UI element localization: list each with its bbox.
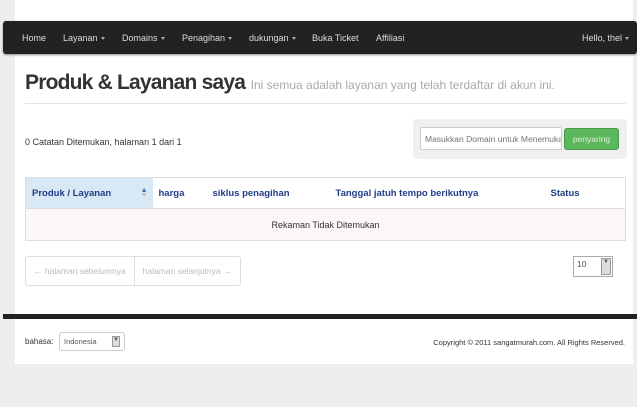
caret-down-icon xyxy=(291,37,296,41)
column-siklus[interactable]: siklus penagihan xyxy=(206,177,330,209)
language-value: Indonesia xyxy=(64,337,97,346)
column-status[interactable]: Status xyxy=(544,177,626,209)
sort-icon: ▲ ▼ xyxy=(140,186,148,199)
record-count: 0 Catatan Ditemukan, halaman 1 dari 1 xyxy=(25,137,182,147)
footer-bar xyxy=(3,314,637,319)
nav-penagihan[interactable]: Penagihan xyxy=(182,33,233,43)
caret-down-icon xyxy=(100,37,105,41)
prev-page-button[interactable]: ← halaman sebelumnya xyxy=(26,257,134,285)
per-page-value: 10 xyxy=(577,259,587,269)
nav-domains[interactable]: Domains xyxy=(122,33,165,43)
column-tanggal[interactable]: Tanggal jatuh tempo berikutnya xyxy=(329,177,545,209)
divider xyxy=(25,103,626,104)
caret-down-icon xyxy=(160,37,165,41)
page-header: Produk & Layanan saya Ini semua adalah l… xyxy=(25,71,555,95)
filter-box: penyaring xyxy=(413,119,627,159)
nav-affiliasi[interactable]: Affiliasi xyxy=(376,33,404,43)
pagination: ← halaman sebelumnya halaman selanjutnya… xyxy=(25,256,241,286)
per-page-select[interactable]: 10 ▼ xyxy=(573,256,613,277)
column-harga[interactable]: harga xyxy=(152,177,207,209)
table-row: Rekaman Tidak Ditemukan xyxy=(25,208,626,241)
language-select[interactable]: Indonesia ▼ xyxy=(59,332,125,351)
page-title: Produk & Layanan saya xyxy=(25,71,246,94)
column-produk[interactable]: Produk / Layanan ▲ ▼ xyxy=(25,177,153,209)
nav-dukungan[interactable]: dukungan xyxy=(249,33,296,43)
nav-home[interactable]: Home xyxy=(22,33,46,43)
dropdown-arrow-icon: ▼ xyxy=(112,336,120,347)
nav-buka-ticket[interactable]: Buka Ticket xyxy=(312,33,359,43)
copyright: Copyright © 2011 sangatmurah.com. All Ri… xyxy=(433,338,625,347)
filter-button[interactable]: penyaring xyxy=(564,128,619,150)
domain-search-input[interactable] xyxy=(420,127,562,150)
empty-message: Rekaman Tidak Ditemukan xyxy=(25,208,626,241)
nav-layanan[interactable]: Layanan xyxy=(63,33,105,43)
table-header-row: Produk / Layanan ▲ ▼ harga siklus penagiha… xyxy=(25,177,626,209)
caret-down-icon xyxy=(228,37,233,41)
caret-down-icon xyxy=(625,37,629,41)
dropdown-arrow-icon: ▼ xyxy=(601,258,611,275)
language-label: bahasa: xyxy=(25,337,54,346)
page-subtitle: Ini semua adalah layanan yang telah terd… xyxy=(250,78,555,92)
services-table: Produk / Layanan ▲ ▼ harga siklus penagiha… xyxy=(25,177,626,241)
user-menu[interactable]: Hello, thel xyxy=(582,33,629,43)
next-page-button[interactable]: halaman selanjutnya → xyxy=(133,257,240,285)
navbar: Home Layanan Domains Penagihan dukungan … xyxy=(3,21,637,54)
